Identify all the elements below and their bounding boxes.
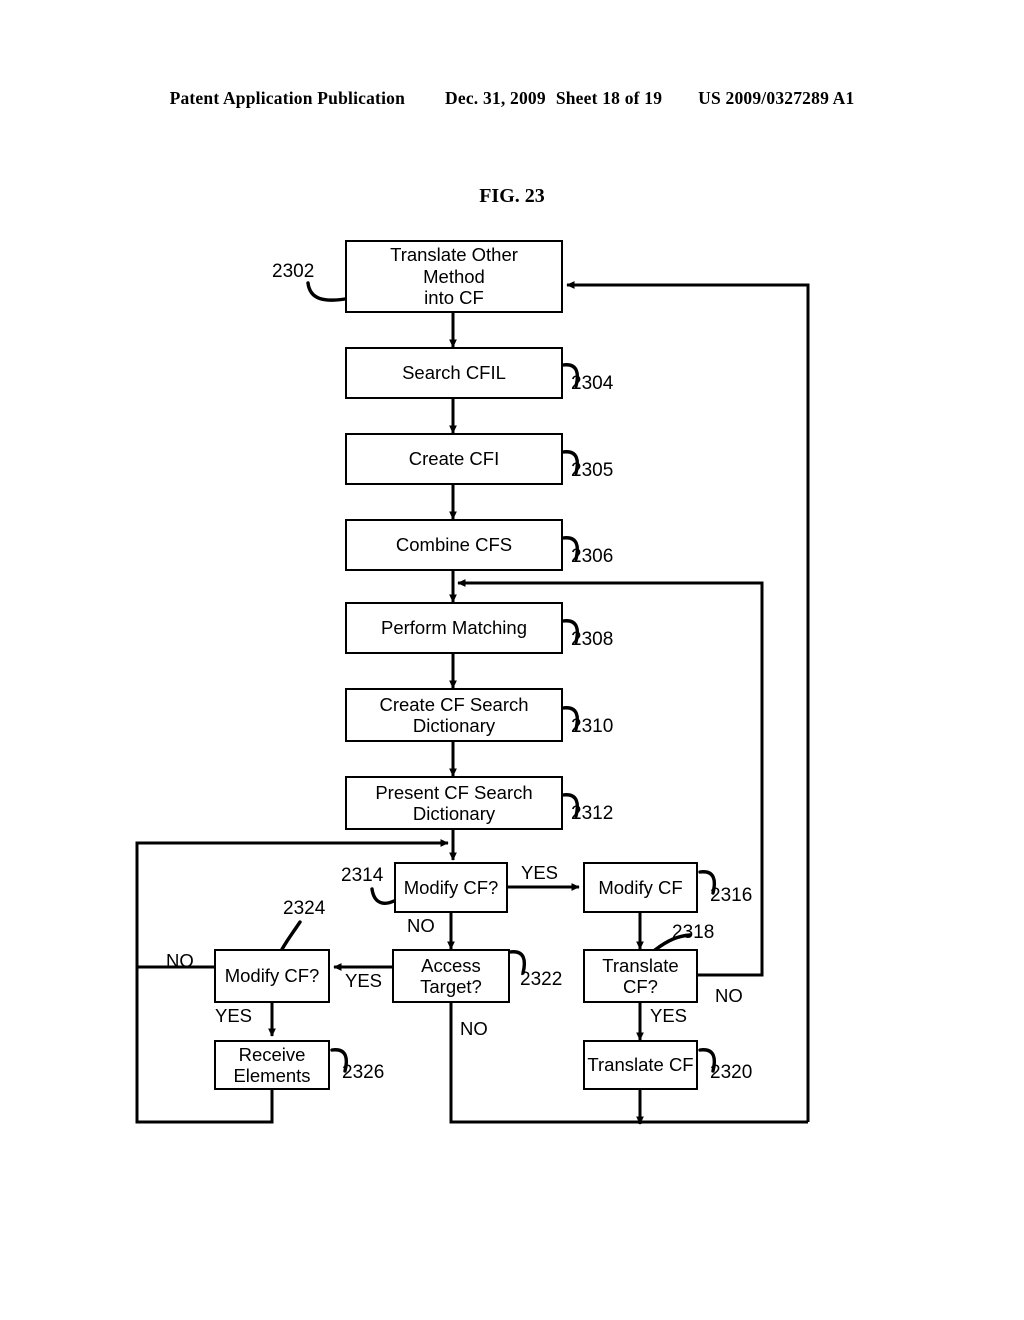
edge-label-2318-yes: YES bbox=[650, 1005, 688, 1026]
header-patent-number: US 2009/0327289 A1 bbox=[698, 88, 855, 108]
edge-label-2324-yes: YES bbox=[215, 1005, 253, 1026]
reference-numeral-2302: 2302 bbox=[272, 261, 315, 282]
edge-label-2322-yes: YES bbox=[345, 970, 383, 991]
reference-numeral-2324: 2324 bbox=[283, 898, 326, 919]
process-box-2326[interactable]: Receive Elements bbox=[214, 1040, 330, 1090]
process-box-2316[interactable]: Modify CF bbox=[583, 862, 698, 913]
edge-label-2324-no: NO bbox=[166, 950, 194, 971]
edge-label-2318-no: NO bbox=[715, 985, 743, 1006]
process-box-2320[interactable]: Translate CF bbox=[583, 1040, 698, 1090]
process-box-2302[interactable]: Translate Other Method into CF bbox=[345, 240, 563, 313]
header-publication: Patent Application Publication bbox=[169, 88, 406, 108]
process-box-2304[interactable]: Search CFIL bbox=[345, 347, 563, 399]
reference-numeral-2304: 2304 bbox=[571, 373, 614, 394]
process-box-2305[interactable]: Create CFI bbox=[345, 433, 563, 485]
decision-box-2322[interactable]: Access Target? bbox=[392, 949, 510, 1003]
decision-box-2314[interactable]: Modify CF? bbox=[394, 862, 508, 913]
figure-title: FIG. 23 bbox=[479, 185, 545, 207]
header-date: Dec. 31, 2009 bbox=[445, 88, 546, 108]
reference-numeral-2316: 2316 bbox=[710, 885, 753, 906]
process-box-2308[interactable]: Perform Matching bbox=[345, 602, 563, 654]
edge-label-2314-no: NO bbox=[407, 915, 435, 936]
reference-numeral-2314: 2314 bbox=[341, 865, 384, 886]
process-box-2312[interactable]: Present CF Search Dictionary bbox=[345, 776, 563, 830]
decision-box-2324[interactable]: Modify CF? bbox=[214, 949, 330, 1003]
process-box-2310[interactable]: Create CF Search Dictionary bbox=[345, 688, 563, 742]
reference-numeral-2320: 2320 bbox=[710, 1062, 753, 1083]
reference-numeral-2312: 2312 bbox=[571, 803, 614, 824]
page-header: Patent Application Publication Dec. 31, 2… bbox=[0, 88, 1024, 109]
reference-numeral-2322: 2322 bbox=[520, 969, 563, 990]
reference-numeral-2310: 2310 bbox=[571, 716, 614, 737]
reference-numeral-2308: 2308 bbox=[571, 629, 614, 650]
patent-figure-page: Patent Application Publication Dec. 31, 2… bbox=[0, 0, 1024, 1320]
edge-label-2322-no: NO bbox=[460, 1018, 488, 1039]
reference-numeral-2305: 2305 bbox=[571, 460, 614, 481]
reference-numeral-2318: 2318 bbox=[672, 922, 715, 943]
decision-box-2318[interactable]: Translate CF? bbox=[583, 949, 698, 1003]
process-box-2306[interactable]: Combine CFS bbox=[345, 519, 563, 571]
header-sheet: Sheet 18 of 19 bbox=[555, 88, 663, 108]
edge-label-2314-yes: YES bbox=[521, 862, 559, 883]
reference-numeral-2326: 2326 bbox=[342, 1062, 385, 1083]
reference-numeral-2306: 2306 bbox=[571, 546, 614, 567]
